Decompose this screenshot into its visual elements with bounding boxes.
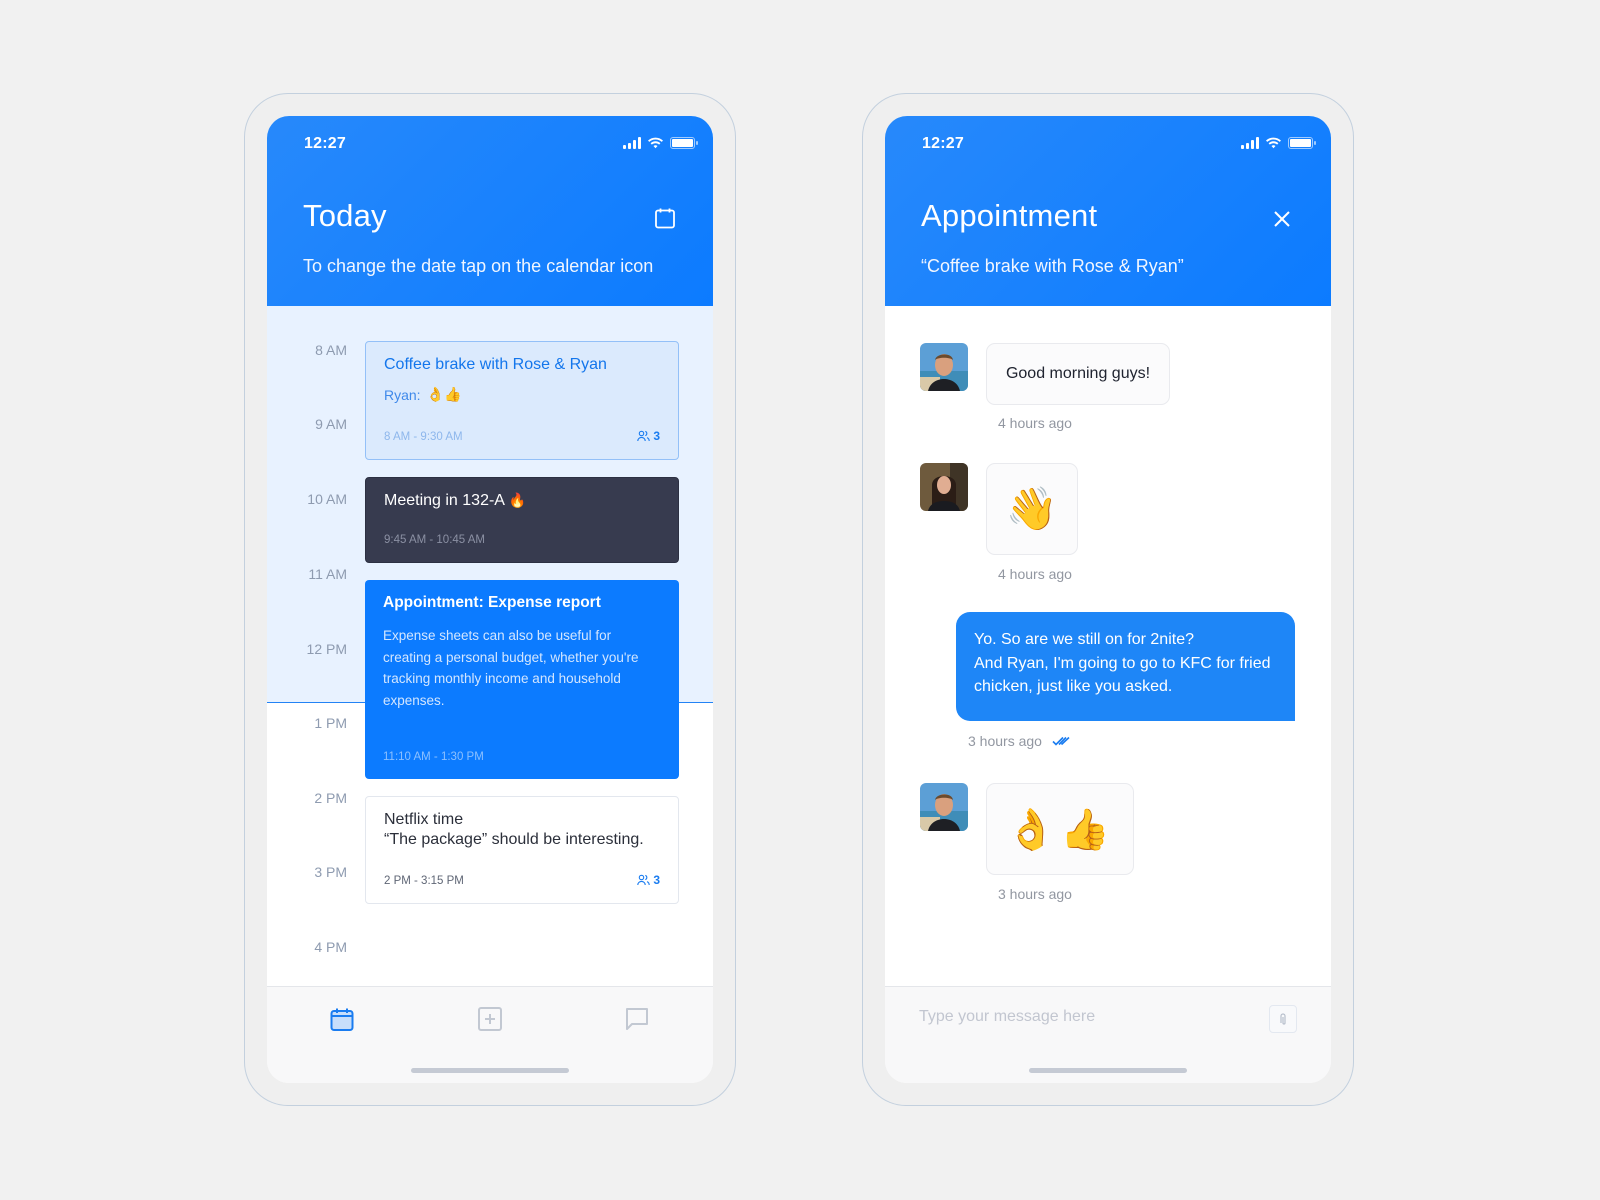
calendar-icon	[330, 1008, 354, 1031]
hour-label: 11 AM	[308, 566, 347, 582]
signal-icon	[1241, 137, 1259, 149]
page-subtitle: “Coffee brake with Rose & Ryan”	[921, 256, 1184, 276]
add-square-icon	[478, 1007, 502, 1031]
waving-hand-emoji: 👋	[1005, 484, 1059, 533]
people-icon	[637, 874, 651, 886]
man-avatar-photo	[920, 343, 968, 391]
calendar-picker-button[interactable]	[653, 206, 677, 230]
message-time: 4 hours ago	[998, 415, 1072, 431]
battery-icon	[670, 137, 698, 149]
home-indicator	[1029, 1068, 1187, 1073]
chat-header: 12:27 Appointment “Coffee brake with Ros…	[885, 116, 1331, 306]
signal-icon	[623, 137, 641, 149]
message-time: 3 hours ago	[998, 886, 1072, 902]
message-time: 4 hours ago	[998, 566, 1072, 582]
woman-avatar-photo	[920, 463, 968, 511]
hour-label: 4 PM	[314, 939, 347, 955]
hour-label: 3 PM	[314, 864, 347, 880]
event-time: 9:45 AM - 10:45 AM	[384, 534, 486, 546]
appointment-chat-screen: 12:27 Appointment “Coffee brake with Ros…	[885, 116, 1331, 1083]
event-title: Coffee brake with Rose & Ryan	[384, 356, 607, 373]
event-note: Ryan: 👌👍	[384, 387, 660, 403]
message-composer	[885, 986, 1331, 1083]
message-bubble[interactable]: 👋	[986, 463, 1078, 555]
hour-label: 9 AM	[315, 416, 347, 432]
event-description: Expense sheets can also be useful for cr…	[383, 628, 639, 708]
close-button[interactable]	[1271, 208, 1295, 232]
calendar-icon	[655, 208, 675, 229]
event-card-coffee[interactable]: Coffee brake with Rose & Ryan Ryan: 👌👍 8…	[365, 341, 679, 460]
hour-label: 10 AM	[307, 491, 347, 507]
attach-button[interactable]	[1269, 1005, 1297, 1033]
note-author: Ryan:	[384, 387, 421, 403]
wifi-icon	[648, 137, 663, 149]
message-input[interactable]	[919, 1001, 1249, 1033]
event-time: 11:10 AM - 1:30 PM	[383, 751, 484, 763]
page-subtitle: To change the date tap on the calendar i…	[303, 256, 654, 276]
message-text-line: Yo. So are we still on for 2nite?	[974, 631, 1194, 648]
hour-label: 1 PM	[314, 715, 347, 731]
attendee-count: 3	[637, 429, 660, 443]
double-check-icon	[1052, 736, 1070, 746]
event-time: 2 PM - 3:15 PM	[384, 875, 464, 887]
hour-label: 12 PM	[306, 641, 347, 657]
event-title: Appointment: Expense report	[383, 594, 601, 611]
bottom-navigation	[267, 986, 713, 1083]
woman-avatar[interactable]	[920, 463, 968, 511]
status-time: 12:27	[304, 135, 346, 152]
message-text-line: And Ryan, I'm going to go to KFC for fri…	[974, 654, 1271, 696]
nav-tab-add[interactable]	[477, 1006, 503, 1032]
home-indicator	[411, 1068, 569, 1073]
status-time: 12:27	[922, 135, 964, 152]
man-avatar[interactable]	[920, 343, 968, 391]
message-time: 3 hours ago	[968, 733, 1042, 749]
attendee-number: 3	[653, 429, 660, 443]
battery-icon	[1288, 137, 1316, 149]
event-title: Meeting in 132-A 🔥	[384, 491, 660, 511]
event-card-appointment[interactable]: Appointment: Expense report Expense shee…	[365, 580, 679, 779]
hour-label: 2 PM	[314, 790, 347, 806]
event-title-text: Meeting in 132-A	[384, 492, 505, 509]
status-icons	[1241, 137, 1316, 149]
nav-tab-calendar[interactable]	[329, 1006, 355, 1032]
phone-frame-calendar: 12:27 Today To change the date tap on th…	[244, 93, 736, 1106]
close-icon	[1274, 211, 1290, 227]
event-subtitle: “The package” should be interesting.	[384, 831, 644, 848]
message-bubble[interactable]: 👌👍	[986, 783, 1134, 875]
event-card-meeting[interactable]: Meeting in 132-A 🔥 9:45 AM - 10:45 AM	[365, 477, 679, 563]
day-timeline[interactable]: 8 AM 9 AM 10 AM 11 AM 12 PM 1 PM 2 PM 3 …	[267, 306, 713, 986]
my-message-bubble[interactable]: Yo. So are we still on for 2nite? And Ry…	[956, 612, 1295, 721]
phone-frame-chat: 12:27 Appointment “Coffee brake with Ros…	[862, 93, 1354, 1106]
man-avatar-photo	[920, 783, 968, 831]
attendee-count: 3	[637, 873, 660, 887]
fire-emoji: 🔥	[508, 493, 526, 509]
paperclip-icon	[1280, 1013, 1286, 1025]
event-time: 8 AM - 9:30 AM	[384, 431, 463, 443]
status-icons	[623, 137, 698, 149]
ok-thumbs-up-emoji: 👌👍	[426, 387, 462, 403]
calendar-header: 12:27 Today To change the date tap on th…	[267, 116, 713, 306]
calendar-screen: 12:27 Today To change the date tap on th…	[267, 116, 713, 1083]
wifi-icon	[1266, 137, 1281, 149]
page-title: Appointment	[921, 198, 1098, 233]
chat-bubble-icon	[626, 1008, 648, 1030]
nav-tab-chat[interactable]	[624, 1006, 650, 1032]
message-bubble[interactable]: Good morning guys!	[986, 343, 1170, 405]
man-avatar[interactable]	[920, 783, 968, 831]
people-icon	[637, 430, 651, 442]
hour-label: 8 AM	[315, 342, 347, 358]
page-title: Today	[303, 198, 387, 233]
message-meta: 3 hours ago	[968, 733, 1070, 749]
ok-thumbs-up-emoji: 👌👍	[1006, 806, 1114, 853]
message-list[interactable]: Good morning guys! 4 hours ago 👋 4 hours…	[885, 306, 1331, 986]
message-text: Good morning guys!	[1005, 365, 1151, 382]
attendee-number: 3	[653, 873, 660, 887]
event-card-netflix[interactable]: Netflix time “The package” should be int…	[365, 796, 679, 904]
event-title: Netflix time	[384, 811, 464, 828]
